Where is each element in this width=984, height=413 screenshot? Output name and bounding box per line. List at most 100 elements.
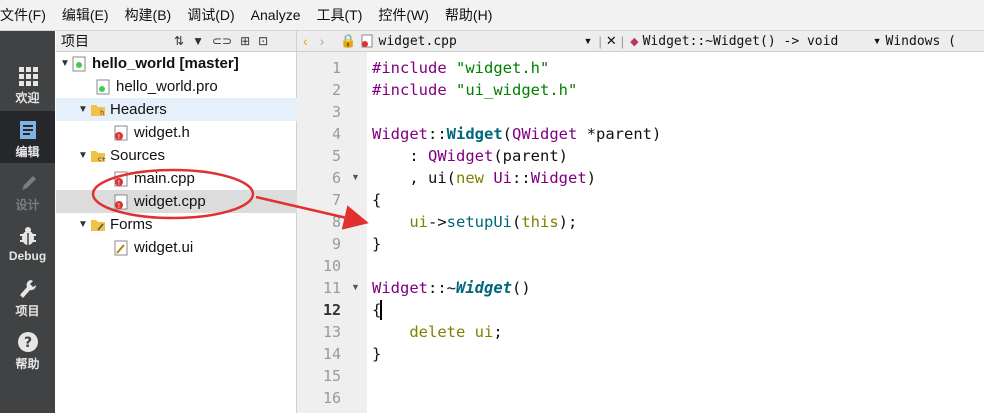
mode-projects[interactable]: 项目 <box>0 270 55 322</box>
line-number: 1 <box>331 59 341 77</box>
code-line: { <box>372 191 382 209</box>
mode-debug[interactable]: Debug <box>0 217 55 269</box>
svg-text:!: ! <box>118 202 121 210</box>
code-line: : QWidget(parent) <box>372 147 568 165</box>
menu-file[interactable]: 文件(F) <box>0 5 54 25</box>
code-line: , ui(new Ui::Widget) <box>372 169 597 187</box>
line-number: 3 <box>331 103 341 121</box>
line-number: 13 <box>322 323 341 341</box>
mode-debug-label: Debug <box>8 249 47 263</box>
tree-item-forms[interactable]: ▼ Forms <box>56 213 316 236</box>
menu-edit[interactable]: 编辑(E) <box>54 5 117 25</box>
line-number: 4 <box>331 125 341 143</box>
fold-marker-icon[interactable]: ▼ <box>351 282 360 292</box>
line-number: 7 <box>331 191 341 209</box>
code-line: Widget::~Widget() <box>372 279 531 297</box>
line-number: 5 <box>331 147 341 165</box>
help-icon: ? <box>17 332 38 352</box>
expand-arrow-icon[interactable]: ▼ <box>76 104 90 115</box>
open-file-name[interactable]: widget.cpp <box>379 34 584 49</box>
header-file-icon: ! <box>114 125 128 141</box>
mode-edit[interactable]: 编辑 <box>0 111 55 163</box>
mode-projects-label: 项目 <box>15 304 40 318</box>
tree-item-project[interactable]: ▼ hello_world [master] <box>56 52 296 75</box>
folder-icon <box>90 217 105 233</box>
nav-back-icon[interactable]: ‹ <box>303 33 308 49</box>
tree-item-pro-file[interactable]: hello_world.pro <box>56 75 336 98</box>
cpp-file-icon: ! <box>114 171 128 187</box>
line-number: 12 <box>322 301 341 319</box>
menu-tools[interactable]: 工具(T) <box>308 5 370 25</box>
tree-item-label: hello_world [master] <box>92 55 239 72</box>
line-number: 14 <box>322 345 341 363</box>
code-line: #include "widget.h" <box>372 59 550 77</box>
pro-file-icon <box>96 79 110 95</box>
menu-widgets[interactable]: 控件(W) <box>370 5 437 25</box>
menu-help[interactable]: 帮助(H) <box>437 5 500 25</box>
mode-help[interactable]: ? 帮助 <box>0 323 55 375</box>
tree-item-sources[interactable]: ▼ c+ Sources <box>56 144 316 167</box>
line-number: 8 <box>331 213 341 231</box>
nav-forward-icon[interactable]: › <box>320 33 325 49</box>
line-number: 9 <box>331 235 341 253</box>
line-number: 6 <box>331 169 341 187</box>
tree-item-label: Forms <box>110 216 153 233</box>
tree-item-label: main.cpp <box>134 170 195 187</box>
grid-icon <box>18 67 38 86</box>
line-number: 2 <box>331 81 341 99</box>
ui-file-icon <box>114 240 128 256</box>
filter-icon[interactable]: ▼ <box>192 34 204 48</box>
close-file-icon[interactable]: ✕ <box>606 33 617 49</box>
code-line: } <box>372 235 382 253</box>
line-number: 11 <box>322 279 341 297</box>
expand-arrow-icon[interactable]: ▼ <box>58 58 72 69</box>
line-number: 10 <box>322 257 341 275</box>
symbol-dropdown-icon[interactable]: ▼ <box>873 36 882 46</box>
menu-debug[interactable]: 调试(D) <box>179 5 242 25</box>
code-editor[interactable]: #include "widget.h" #include "ui_widget.… <box>368 52 984 413</box>
tree-item-headers[interactable]: ▼ h Headers <box>56 98 316 121</box>
project-icon <box>72 56 86 72</box>
svg-text:!: ! <box>118 179 121 187</box>
file-dropdown-icon[interactable]: ▼ <box>584 36 593 46</box>
line-number: 15 <box>322 367 341 385</box>
menu-build[interactable]: 构建(B) <box>117 5 180 25</box>
tree-item-label: widget.ui <box>134 239 194 256</box>
tree-item-label: hello_world.pro <box>116 78 218 95</box>
cpp-file-icon <box>361 34 373 48</box>
tree-item-label: Headers <box>110 101 167 118</box>
mode-welcome-label: 欢迎 <box>15 91 40 105</box>
symbol-icon: ◆ <box>630 35 639 48</box>
tree-item-label: widget.h <box>134 124 190 141</box>
link-icon[interactable]: ⊂⊃ <box>212 34 232 48</box>
project-panel-title: 项目 <box>61 33 89 49</box>
line-number: 16 <box>322 389 341 407</box>
mode-edit-label: 编辑 <box>15 145 40 159</box>
close-panel-icon[interactable]: ⊡ <box>258 34 268 48</box>
code-line: delete ui; <box>409 323 503 341</box>
expand-arrow-icon[interactable]: ▼ <box>76 219 90 230</box>
mode-selector: 欢迎 编辑 设计 Debug 项目 ? 帮助 <box>0 31 55 413</box>
folder-icon: h <box>90 102 105 118</box>
document-icon <box>19 121 36 139</box>
mode-design[interactable]: 设计 <box>0 164 55 216</box>
mode-welcome[interactable]: 欢迎 <box>0 57 55 109</box>
expand-arrow-icon[interactable]: ▼ <box>76 150 90 161</box>
fold-marker-icon[interactable]: ▼ <box>351 172 360 182</box>
code-line: } <box>372 345 382 363</box>
editor-toolbar: ‹ › 🔒 widget.cpp ▼ | ✕ | ◆ Widget::~Widg… <box>297 31 984 52</box>
svg-text:?: ? <box>23 335 31 351</box>
line-number-gutter: 1 2 3 4 5 6 7 8 9 10 11 12 13 14 15 16 ▼ ▼ <box>297 52 367 413</box>
encoding-selector[interactable]: Windows ( <box>886 34 956 49</box>
svg-text:c+: c+ <box>98 156 106 163</box>
cpp-file-icon: ! <box>114 194 128 210</box>
svg-text:h: h <box>100 109 104 117</box>
split-icon[interactable]: ⊞ <box>240 34 250 48</box>
updown-icon[interactable]: ⇅ <box>174 34 184 48</box>
symbol-selector[interactable]: Widget::~Widget() -> void <box>643 34 873 49</box>
menu-analyze[interactable]: Analyze <box>243 7 309 23</box>
project-panel-header: 项目 ⇅ ▼ ⊂⊃ ⊞ ⊡ <box>56 31 296 52</box>
folder-icon: c+ <box>90 148 106 164</box>
project-panel: 项目 ⇅ ▼ ⊂⊃ ⊞ ⊡ ▼ hello_world [master] hel… <box>56 31 354 413</box>
text-caret <box>380 300 382 320</box>
